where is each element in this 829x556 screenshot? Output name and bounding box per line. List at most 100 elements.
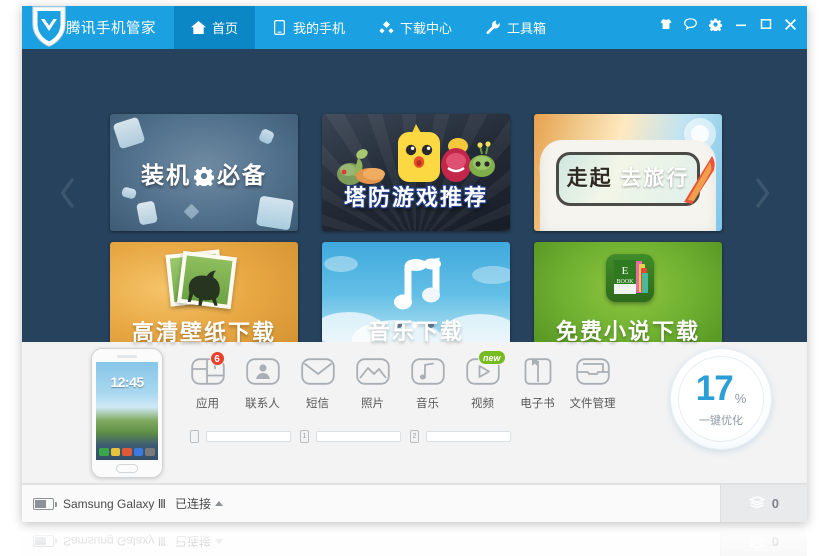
window-controls bbox=[653, 14, 803, 34]
phone-clock: 12:45 bbox=[110, 374, 144, 390]
gear-icon[interactable] bbox=[703, 14, 728, 34]
tab-home[interactable]: 首页 bbox=[174, 6, 256, 49]
minimize-icon[interactable] bbox=[728, 14, 753, 34]
carousel-prev-button[interactable] bbox=[48, 171, 86, 221]
app-window: 腾讯手机管家 首页 我的手机 下载中心 工具箱 装机 必备 塔防游戏推荐 走起 … bbox=[22, 6, 807, 522]
card-horse-decor bbox=[187, 270, 220, 306]
storage-bars: 1 2 bbox=[190, 430, 520, 443]
phone-home-button bbox=[116, 464, 138, 473]
apps-badge: 6 bbox=[209, 351, 225, 366]
photos-icon bbox=[354, 356, 392, 386]
device-panel: 12:45 6 应用 联系人 短信 照片 音乐 new 视频 电子书 文件管理 … bbox=[22, 342, 807, 484]
phone-dock bbox=[99, 448, 155, 456]
video-new-badge: new bbox=[477, 350, 506, 365]
main-tabs: 首页 我的手机 下载中心 工具箱 bbox=[174, 6, 563, 49]
feedback-icon[interactable] bbox=[678, 14, 703, 34]
download-center-icon bbox=[379, 20, 394, 35]
chevron-right-icon bbox=[754, 178, 771, 213]
device-name: Samsung Galaxy Ⅲ bbox=[63, 496, 166, 511]
svg-text:E: E bbox=[622, 265, 629, 277]
tab-download-center-label: 下载中心 bbox=[400, 21, 453, 36]
device-name-reflection: Samsung Galaxy Ⅲ bbox=[63, 534, 166, 549]
skin-icon[interactable] bbox=[653, 14, 678, 34]
card-cloud-note-decor bbox=[394, 257, 441, 310]
promo-card-travel[interactable]: 走起 去旅行 bbox=[534, 114, 722, 231]
brand-label: 腾讯手机管家 bbox=[66, 21, 156, 37]
promo-card-tower-defense[interactable]: 塔防游戏推荐 bbox=[322, 114, 510, 231]
category-photos-label: 照片 bbox=[361, 398, 384, 410]
tab-my-phone-label: 我的手机 bbox=[293, 21, 346, 36]
tab-toolbox[interactable]: 工具箱 bbox=[469, 6, 563, 49]
sms-icon bbox=[299, 356, 337, 386]
promo-card-novel[interactable]: E BOOK 免费小说下载 bbox=[534, 242, 722, 359]
transfer-stack-icon bbox=[749, 495, 765, 512]
connection-label: 已连接 bbox=[174, 497, 211, 511]
phone-preview: 12:45 bbox=[91, 348, 163, 478]
connection-status-reflection: 已连接 bbox=[175, 533, 223, 550]
tab-home-label: 首页 bbox=[212, 21, 239, 36]
device-status[interactable]: Samsung Galaxy Ⅲ 已连接 bbox=[22, 495, 223, 512]
connection-status[interactable]: 已连接 bbox=[175, 495, 223, 512]
window-reflection: Samsung Galaxy Ⅲ 已连接 0 bbox=[22, 522, 807, 556]
promo-card-tower-defense-title: 塔防游戏推荐 bbox=[343, 185, 488, 210]
carousel-next-button[interactable] bbox=[743, 171, 781, 221]
promo-card-novel-title: 免费小说下载 bbox=[555, 319, 700, 344]
contacts-icon bbox=[244, 356, 282, 386]
promo-card-grid: 装机 必备 塔防游戏推荐 走起 去旅行 高清壁纸下载 音乐下载 E BOOK 免… bbox=[110, 114, 722, 359]
category-contacts-label: 联系人 bbox=[245, 398, 280, 410]
transfer-status[interactable]: 0 bbox=[719, 485, 807, 522]
home-icon bbox=[191, 20, 206, 35]
transfer-count: 0 bbox=[771, 496, 779, 511]
category-photos[interactable]: 照片 bbox=[345, 356, 400, 411]
phone-icon bbox=[272, 20, 287, 35]
category-ebook[interactable]: 电子书 bbox=[510, 356, 565, 411]
files-icon bbox=[574, 356, 612, 386]
category-apps[interactable]: 6 应用 bbox=[180, 351, 235, 411]
svg-text:BOOK: BOOK bbox=[616, 279, 634, 285]
phone-speaker bbox=[117, 355, 137, 358]
storage-track bbox=[426, 431, 511, 442]
tab-toolbox-label: 工具箱 bbox=[507, 21, 547, 36]
chevron-left-icon bbox=[59, 178, 76, 213]
phone-storage-icon bbox=[190, 430, 199, 443]
category-contacts[interactable]: 联系人 bbox=[235, 356, 290, 411]
storage-bar-sd2[interactable]: 2 bbox=[410, 430, 520, 443]
promo-card-travel-title: 走起 去旅行 bbox=[566, 167, 690, 190]
apps-icon: 6 bbox=[189, 351, 227, 386]
transfer-status-reflection: 0 bbox=[719, 523, 807, 556]
tab-my-phone[interactable]: 我的手机 bbox=[255, 6, 362, 49]
category-files[interactable]: 文件管理 bbox=[565, 356, 620, 411]
category-sms-label: 短信 bbox=[306, 398, 329, 410]
category-sms[interactable]: 短信 bbox=[290, 356, 345, 411]
category-ebook-label: 电子书 bbox=[520, 398, 555, 410]
storage-bar-phone[interactable] bbox=[190, 430, 300, 443]
close-icon[interactable] bbox=[778, 14, 803, 34]
category-music[interactable]: 音乐 bbox=[400, 356, 455, 411]
promo-card-wallpaper[interactable]: 高清壁纸下载 bbox=[110, 242, 298, 359]
promo-card-wallpaper-title: 高清壁纸下载 bbox=[131, 320, 276, 345]
maximize-icon[interactable] bbox=[753, 14, 778, 34]
promo-card-music[interactable]: 音乐下载 bbox=[322, 242, 510, 359]
promo-card-must-have[interactable]: 装机 必备 bbox=[110, 114, 298, 231]
promo-carousel: 装机 必备 塔防游戏推荐 走起 去旅行 高清壁纸下载 音乐下载 E BOOK 免… bbox=[22, 49, 807, 359]
storage-track bbox=[206, 431, 291, 442]
caret-up-icon bbox=[215, 501, 223, 506]
category-video-label: 视频 bbox=[471, 398, 494, 410]
storage-bar-sd1[interactable]: 1 bbox=[300, 430, 410, 443]
category-files-label: 文件管理 bbox=[569, 398, 616, 410]
card-ebook-icon: E BOOK bbox=[606, 254, 654, 302]
optimize-ring bbox=[678, 356, 764, 442]
tab-download-center[interactable]: 下载中心 bbox=[362, 6, 469, 49]
card-chick-decor bbox=[398, 124, 440, 182]
promo-card-must-have-title: 装机 必备 bbox=[110, 156, 298, 192]
music-icon bbox=[409, 356, 447, 386]
category-music-label: 音乐 bbox=[416, 398, 439, 410]
video-icon: new bbox=[464, 350, 506, 386]
category-icon-row: 6 应用 联系人 短信 照片 音乐 new 视频 电子书 文件管理 bbox=[180, 350, 620, 411]
status-bar: Samsung Galaxy Ⅲ 已连接 0 bbox=[22, 484, 807, 522]
category-apps-label: 应用 bbox=[196, 398, 219, 410]
promo-card-music-title: 音乐下载 bbox=[367, 319, 464, 344]
battery-icon-reflection bbox=[33, 535, 54, 548]
category-video[interactable]: new 视频 bbox=[455, 350, 510, 411]
one-key-optimize-button[interactable]: 17 % 一键优化 bbox=[671, 349, 771, 449]
